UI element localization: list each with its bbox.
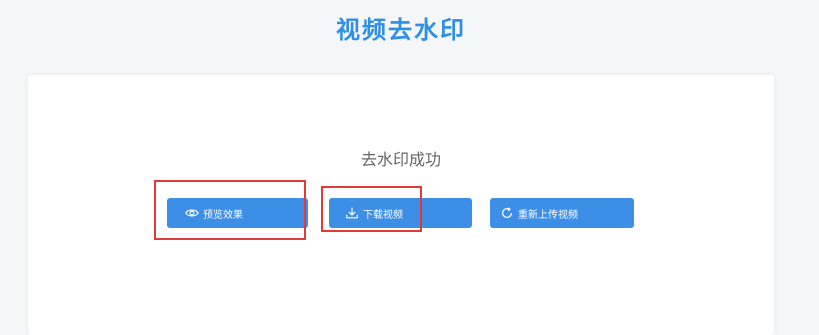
page-title: 视频去水印 <box>336 16 466 44</box>
status-message: 去水印成功 <box>360 150 441 169</box>
refresh-icon <box>500 206 514 220</box>
reupload-button[interactable]: 重新上传视频 <box>490 198 634 228</box>
reupload-button-label: 重新上传视频 <box>518 209 578 221</box>
highlight-box-download <box>321 186 422 232</box>
highlight-box-preview <box>154 180 306 240</box>
